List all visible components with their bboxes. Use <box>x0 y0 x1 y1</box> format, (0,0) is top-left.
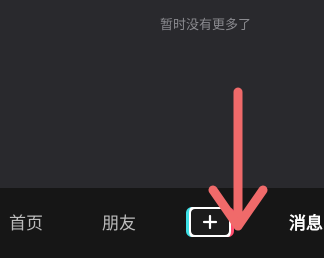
tab-home[interactable]: 首页 <box>9 209 43 234</box>
tab-friends[interactable]: 朋友 <box>102 209 136 234</box>
create-button-inner <box>191 209 229 235</box>
bottom-tab-bar: 首页 朋友 消息 <box>0 188 324 258</box>
plus-icon <box>202 214 218 230</box>
app-screen: 暂时没有更多了 首页 朋友 消息 <box>0 0 324 258</box>
create-button[interactable] <box>186 207 234 237</box>
tab-messages[interactable]: 消息 <box>289 209 323 234</box>
no-more-content-label: 暂时没有更多了 <box>160 18 252 33</box>
